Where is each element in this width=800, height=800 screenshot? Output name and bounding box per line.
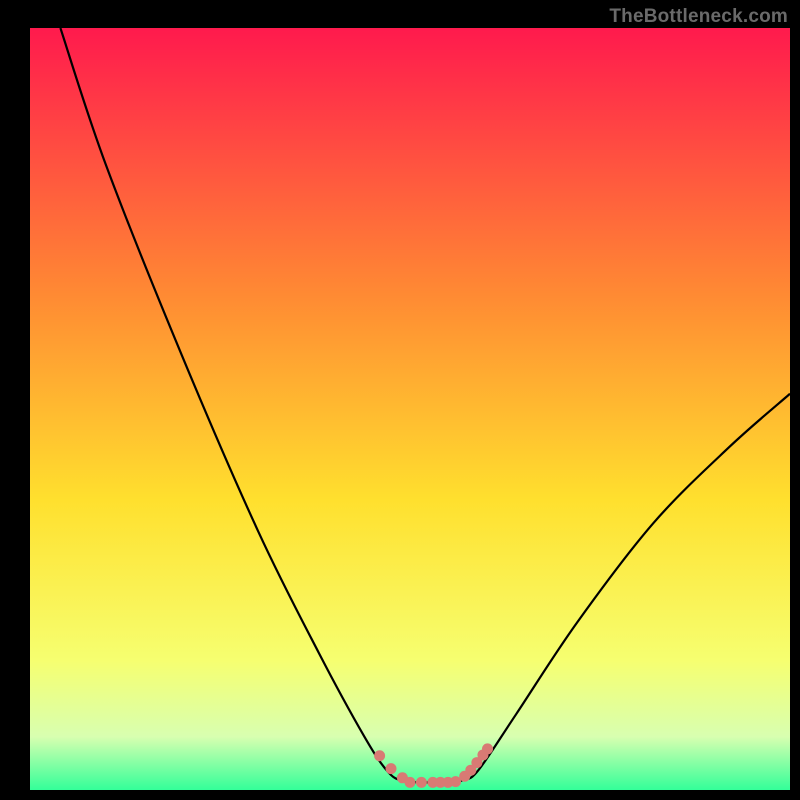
curve-marker-right [482,743,493,754]
curve-marker-left [374,750,385,761]
curve-marker-left [386,763,397,774]
plot-background [30,28,790,790]
chart-frame: TheBottleneck.com [0,0,800,800]
bottleneck-chart [0,0,800,800]
watermark-text: TheBottleneck.com [609,6,788,28]
curve-marker-floor [416,777,427,788]
curve-marker-floor [405,777,416,788]
